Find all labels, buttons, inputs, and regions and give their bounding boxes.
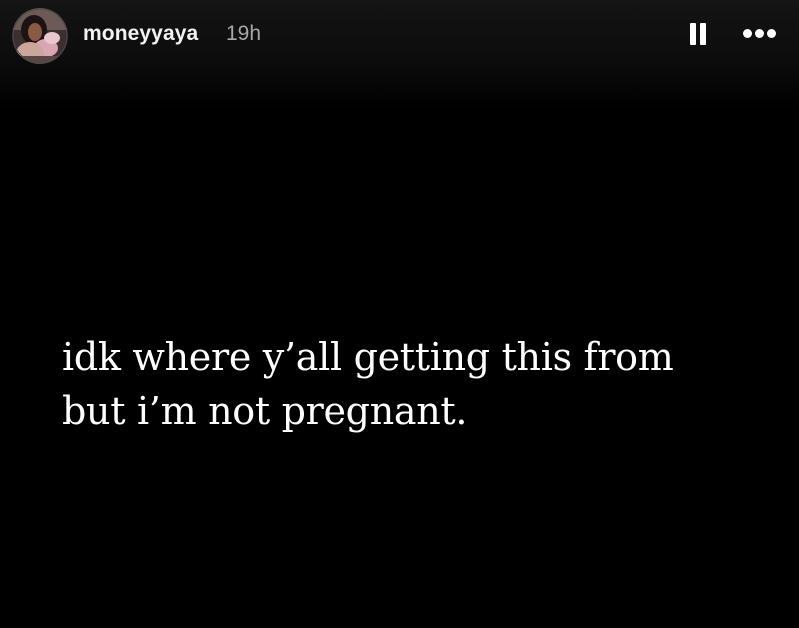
more-options-button[interactable] — [738, 24, 784, 44]
more-options-dot — [755, 29, 764, 38]
story-text-line: but i’m not pregnant. — [62, 389, 468, 433]
username[interactable]: moneyyaya — [83, 22, 198, 46]
story-text-line: idk where y’all getting this from — [62, 335, 674, 379]
pause-button[interactable] — [686, 20, 710, 50]
profile-avatar[interactable] — [12, 8, 68, 64]
story-header: moneyyaya 19h — [0, 0, 799, 70]
more-options-icon — [743, 29, 752, 38]
story-viewer[interactable]: moneyyaya 19h idk where y’all getting th… — [0, 0, 799, 628]
pause-icon-bar — [700, 23, 706, 45]
more-options-dot — [767, 29, 776, 38]
story-text: idk where y’all getting this from but i’… — [62, 330, 782, 438]
pause-icon — [690, 23, 696, 45]
story-timestamp: 19h — [226, 22, 262, 45]
avatar-photo-icon — [12, 8, 68, 64]
